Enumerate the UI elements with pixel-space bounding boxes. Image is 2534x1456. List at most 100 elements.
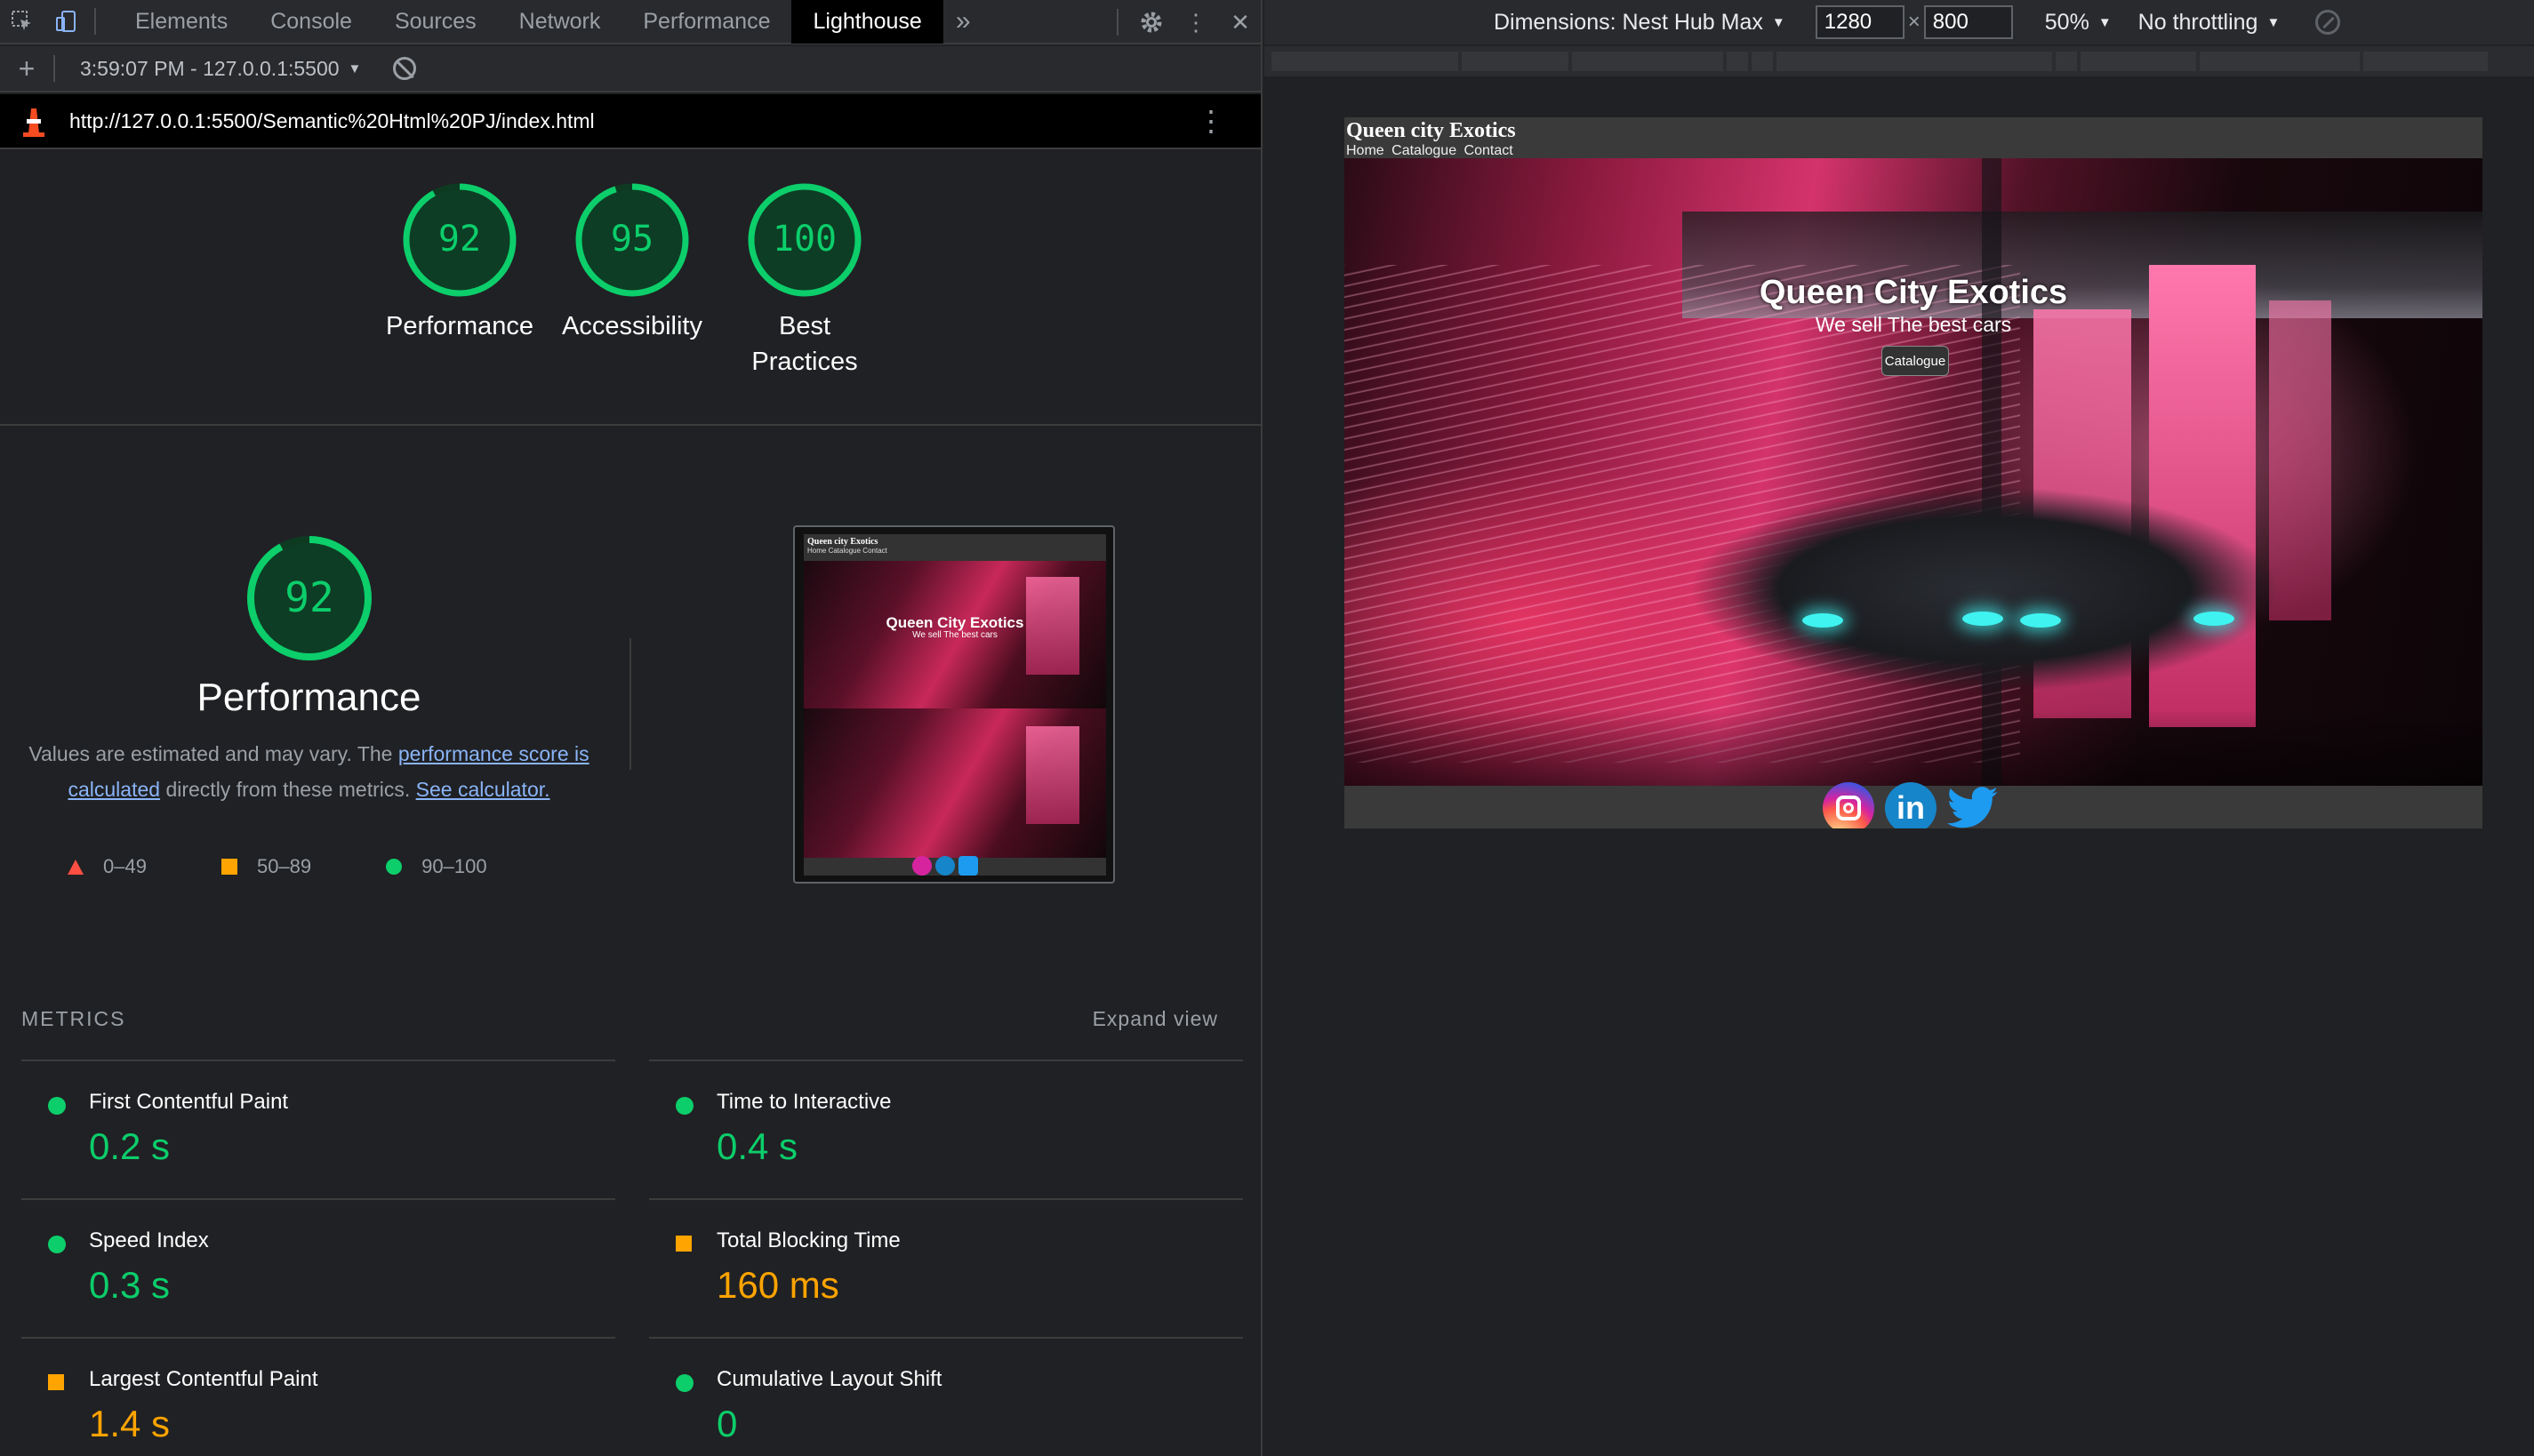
section-divider: [0, 424, 1261, 426]
more-tabs-button[interactable]: »: [943, 0, 983, 44]
summary-divider: [629, 638, 631, 770]
metric-speed-index: Speed Index 0.3 s: [21, 1198, 615, 1337]
metric-value: 0: [717, 1403, 738, 1444]
tab-console[interactable]: Console: [249, 0, 373, 44]
thumbnail-hero-subtitle: We sell The best cars: [912, 630, 998, 640]
report-selector[interactable]: 3:59:07 PM - 127.0.0.1:5500 ▼: [80, 57, 361, 81]
kebab-menu-icon[interactable]: ⋮: [1174, 0, 1218, 44]
triangle-icon: [68, 859, 84, 875]
linkedin-icon[interactable]: in: [1885, 782, 1937, 828]
new-report-plus-icon[interactable]: +: [0, 52, 53, 85]
viewport-height-input[interactable]: [1923, 5, 2013, 39]
gauge-best-practices-label: Best Practices: [751, 312, 858, 376]
gauge-performance-value: 92: [438, 219, 481, 260]
see-calculator-link[interactable]: See calculator.: [416, 778, 550, 801]
performance-summary: 92 Performance Values are estimated and …: [18, 533, 600, 807]
device-toggle-icon[interactable]: [44, 0, 89, 44]
thumbnail-nav: Home Catalogue Contact: [807, 547, 887, 555]
nav-home[interactable]: Home: [1346, 143, 1384, 158]
media-query-bar[interactable]: [1727, 52, 1748, 71]
media-query-bar[interactable]: [2363, 52, 2488, 71]
media-query-bar[interactable]: [1271, 52, 1458, 71]
gauge-best-practices[interactable]: 100 Best Practices: [718, 182, 891, 380]
expand-view-button[interactable]: Expand view: [1093, 1007, 1218, 1031]
toolbar-divider: [1117, 9, 1119, 36]
chevron-down-icon: ▼: [348, 60, 362, 76]
hero-floor-shadow: [1344, 709, 2482, 786]
gauge-accessibility-value: 95: [611, 219, 654, 260]
media-query-bar[interactable]: [1572, 52, 1723, 71]
final-screenshot-thumbnail[interactable]: Queen city Exotics Home Catalogue Contac…: [793, 525, 1115, 884]
gauge-performance[interactable]: 92 Performance: [373, 182, 546, 380]
tab-sources[interactable]: Sources: [373, 0, 498, 44]
close-icon[interactable]: ✕: [1218, 0, 1261, 44]
chevron-down-icon: ▼: [2097, 14, 2112, 30]
media-query-bar[interactable]: [2200, 52, 2360, 71]
tab-elements[interactable]: Elements: [114, 0, 249, 44]
performance-title: Performance: [196, 676, 421, 719]
tab-performance[interactable]: Performance: [621, 0, 791, 44]
catalogue-button[interactable]: Catalogue: [1881, 346, 1949, 376]
metric-value: 0.2 s: [89, 1125, 171, 1167]
report-url-bar: http://127.0.0.1:5500/Semantic%20Html%20…: [0, 94, 1261, 149]
metric-name: Speed Index: [89, 1228, 209, 1252]
gauge-performance-label: Performance: [385, 312, 533, 340]
zoom-dropdown[interactable]: 50% ▼: [2045, 10, 2112, 36]
devtools-tab-bar: Elements Console Sources Network Perform…: [0, 0, 1261, 44]
metric-name: First Contentful Paint: [89, 1090, 289, 1114]
legend-pass: 90–100: [386, 855, 487, 878]
tab-network[interactable]: Network: [498, 0, 622, 44]
lighthouse-toolbar: + 3:59:07 PM - 127.0.0.1:5500 ▼: [0, 46, 1261, 92]
toolbar-divider: [94, 8, 96, 35]
throttling-dropdown[interactable]: No throttling ▼: [2138, 10, 2281, 36]
legend-average-label: 50–89: [256, 855, 312, 877]
gear-icon[interactable]: [1129, 0, 1174, 44]
gauge-performance-ring: 92: [403, 183, 517, 297]
metric-value: 1.4 s: [89, 1403, 171, 1444]
pass-circle-icon: [676, 1097, 694, 1115]
media-query-bar[interactable]: [2056, 52, 2077, 71]
gauge-accessibility-label: Accessibility: [562, 312, 702, 340]
instagram-icon[interactable]: [1823, 782, 1874, 828]
nav-contact[interactable]: Contact: [1464, 143, 1513, 158]
inspect-element-icon[interactable]: [0, 0, 44, 44]
legend-average: 50–89: [221, 855, 311, 878]
twitter-icon[interactable]: [1947, 782, 1999, 828]
report-time: 3:59:07 PM - 127.0.0.1:5500: [80, 56, 340, 80]
clear-reports-icon[interactable]: [393, 57, 417, 80]
dimension-separator: ×: [1907, 10, 1921, 34]
dimensions-label: Dimensions: Nest Hub Max: [1494, 9, 1763, 35]
metric-time-to-interactive: Time to Interactive 0.4 s: [649, 1060, 1243, 1198]
device-dimensions-dropdown[interactable]: Dimensions: Nest Hub Max ▼: [1494, 10, 1785, 36]
viewport-width-input[interactable]: [1815, 5, 1905, 39]
pass-circle-icon: [48, 1236, 66, 1253]
legend-fail: 0–49: [68, 855, 147, 878]
pass-circle-icon: [676, 1374, 694, 1392]
report-menu-icon[interactable]: ⋮: [1197, 105, 1225, 137]
nav-catalogue[interactable]: Catalogue: [1391, 143, 1456, 158]
tab-lighthouse[interactable]: Lighthouse: [791, 0, 943, 44]
media-query-ruler[interactable]: [1264, 46, 2534, 76]
device-emulation-pane: Dimensions: Nest Hub Max ▼ × 50% ▼ No th…: [1264, 0, 2534, 1456]
performance-description: Values are estimated and may vary. The p…: [18, 736, 600, 807]
throttling-label: No throttling: [2137, 9, 2258, 35]
metric-value: 0.3 s: [89, 1264, 171, 1306]
metric-name: Time to Interactive: [717, 1090, 892, 1114]
square-icon: [221, 859, 237, 875]
thumbnail-site-title: Queen city Exotics: [807, 537, 878, 547]
rotate-icon[interactable]: [2315, 10, 2341, 35]
headlight: [1962, 612, 2003, 626]
metric-name: Largest Contentful Paint: [89, 1367, 318, 1391]
media-query-bar[interactable]: [1752, 52, 1773, 71]
media-query-bar[interactable]: [1462, 52, 1568, 71]
instagram-icon: [912, 856, 932, 876]
media-query-bar[interactable]: [1776, 52, 2052, 71]
gauge-accessibility[interactable]: 95 Accessibility: [546, 182, 718, 380]
media-query-bar[interactable]: [2081, 52, 2196, 71]
chevron-down-icon: ▼: [2266, 14, 2281, 30]
emulated-viewport: Queen city Exotics Home Catalogue Contac…: [1344, 117, 2482, 828]
metric-first-contentful-paint: First Contentful Paint 0.2 s: [21, 1060, 615, 1198]
device-toolbar: Dimensions: Nest Hub Max ▼ × 50% ▼ No th…: [1264, 0, 2534, 44]
report-url: http://127.0.0.1:5500/Semantic%20Html%20…: [69, 108, 595, 132]
thumbnail-hero-title: Queen City Exotics: [886, 614, 1024, 631]
